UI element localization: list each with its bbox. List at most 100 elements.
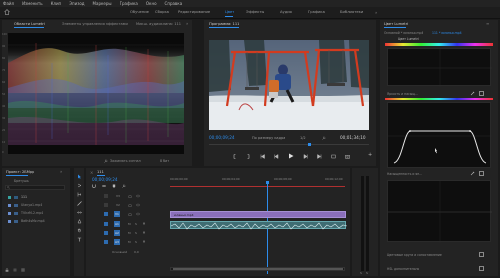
eye-icon[interactable]: [136, 194, 140, 198]
panel-menu-icon[interactable]: »: [60, 169, 62, 174]
playback-resolution-dropdown[interactable]: 1/2: [300, 136, 306, 140]
go-to-in-icon[interactable]: [260, 153, 265, 159]
timeline-ruler[interactable]: 00;00;00;00 00;00;04;00 00;00;08;00 00;0…: [170, 177, 345, 189]
pen-tool-icon[interactable]: [77, 219, 82, 224]
menu-sequence[interactable]: Эпизод: [69, 1, 84, 6]
audio-clip[interactable]: [170, 221, 348, 230]
microphone-icon[interactable]: [142, 240, 146, 244]
go-to-out-icon[interactable]: [317, 153, 322, 159]
ripple-edit-tool-icon[interactable]: [77, 192, 82, 197]
mute-button[interactable]: M: [128, 240, 131, 244]
program-monitor-title[interactable]: Программа: 111: [209, 22, 239, 26]
overflow-chevron-icon[interactable]: »: [375, 10, 377, 15]
menu-help[interactable]: Справка: [165, 1, 183, 6]
section-hsl-secondary[interactable]: HSL дополнительно: [387, 267, 419, 271]
enable-checkbox[interactable]: [479, 266, 484, 271]
timeline-timecode[interactable]: 00;00;09;24: [92, 177, 118, 182]
menu-graphics[interactable]: Графика: [120, 1, 138, 6]
lock-icon[interactable]: [5, 268, 9, 272]
step-forward-icon[interactable]: [303, 153, 308, 159]
menu-edit[interactable]: Изменить: [22, 1, 43, 6]
project-search-input[interactable]: [5, 185, 65, 190]
workspace-tab-audio[interactable]: Аудио: [280, 10, 292, 14]
workspace-tab-assembly[interactable]: Сборка: [155, 10, 169, 14]
menu-window[interactable]: Окно: [146, 1, 157, 6]
list-item[interactable]: Ulanya1.mp4: [5, 203, 65, 209]
track-header-a2[interactable]: A2 M S: [104, 230, 170, 237]
track-header-v2[interactable]: V2: [104, 202, 170, 209]
project-panel-title[interactable]: Проект: 2БMpp: [6, 170, 34, 174]
fit-zoom-dropdown[interactable]: По размеру кадра: [252, 136, 285, 140]
mute-button[interactable]: M: [128, 231, 131, 235]
solo-button[interactable]: S: [360, 271, 362, 275]
eye-icon[interactable]: [136, 203, 140, 207]
workspace-tab-editing[interactable]: Редактирование: [178, 10, 210, 14]
hue-curve-graph[interactable]: [387, 48, 492, 87]
reset-checkbox[interactable]: [479, 171, 484, 176]
wrench-icon[interactable]: [104, 159, 108, 163]
clamp-signal-label[interactable]: Зажимать сигнал: [110, 159, 141, 163]
track-header-v3[interactable]: V3: [104, 193, 170, 200]
tab-effect-controls[interactable]: Элементы управления эффектами: [62, 22, 128, 26]
icon-view-icon[interactable]: [21, 268, 25, 272]
workspace-tab-effects[interactable]: Эффекты: [246, 10, 264, 14]
tab-audio-clip-mixer[interactable]: Микш. аудиоклипа: 111: [136, 22, 181, 26]
lumetri-source-label[interactable]: Основной * юланья.mp4: [384, 31, 423, 35]
section-color-wheels[interactable]: Цветовые круги и сопоставление: [387, 253, 442, 257]
track-select-tool-icon[interactable]: [77, 183, 82, 188]
list-view-icon[interactable]: [13, 268, 17, 272]
list-item[interactable]: Bath4sMz.mp4: [5, 219, 65, 225]
track-header-a1[interactable]: A1 M S: [104, 221, 170, 228]
lock-icon[interactable]: [128, 203, 132, 207]
menu-markers[interactable]: Маркеры: [93, 1, 112, 6]
lock-icon[interactable]: [128, 194, 132, 198]
lumetri-panel-title[interactable]: Цвет Lumetri: [384, 22, 408, 26]
reset-checkbox[interactable]: [479, 91, 484, 96]
enable-checkbox[interactable]: [479, 252, 484, 257]
eye-icon[interactable]: [136, 212, 140, 216]
section-hue-saturation[interactable]: Яркость и насыщ...: [387, 92, 418, 96]
microphone-icon[interactable]: [142, 222, 146, 226]
scope-setting-8bit[interactable]: 8 бит: [160, 159, 169, 163]
program-current-timecode[interactable]: 00;00;09;24: [209, 135, 235, 140]
lift-icon[interactable]: [331, 154, 336, 159]
hue-vs-sat-curve-graph[interactable]: [387, 102, 492, 168]
luma-vs-sat-curve-graph[interactable]: [387, 180, 492, 243]
workspace-tab-learning[interactable]: Обучение: [130, 10, 149, 14]
list-item[interactable]: TVIrzM-2.mp4: [5, 211, 65, 217]
snap-icon[interactable]: [92, 184, 96, 188]
home-icon[interactable]: [4, 9, 10, 15]
tab-lumetri-scopes[interactable]: Области Lumetri: [14, 22, 45, 26]
razor-tool-icon[interactable]: [76, 201, 82, 206]
linked-selection-icon[interactable]: [102, 184, 106, 188]
timeline-tab[interactable]: 111: [97, 170, 104, 174]
playhead-marker[interactable]: [308, 143, 311, 146]
hue-spectrum-bar[interactable]: [385, 43, 493, 46]
add-button-icon[interactable]: +: [368, 152, 372, 158]
type-tool-icon[interactable]: [77, 237, 82, 242]
play-icon[interactable]: [288, 153, 294, 159]
track-header-a3[interactable]: A3 M S: [104, 239, 170, 246]
timeline-horizontal-scrollbar[interactable]: [170, 267, 345, 271]
menu-clip[interactable]: Клип: [51, 1, 62, 6]
microphone-icon[interactable]: [142, 231, 146, 235]
solo-button[interactable]: S: [366, 271, 368, 275]
slip-tool-icon[interactable]: [76, 210, 82, 215]
section-lum-saturation[interactable]: Насыщенность и ян...: [387, 172, 422, 176]
workspace-tab-graphics[interactable]: Графика: [308, 10, 325, 14]
track-header-v1[interactable]: V1: [104, 211, 170, 218]
step-back-icon[interactable]: [274, 153, 279, 159]
program-scrubber[interactable]: [209, 143, 369, 146]
mark-out-icon[interactable]: [246, 153, 251, 159]
workspace-tab-color[interactable]: Цвет: [225, 10, 234, 14]
close-tab-icon[interactable]: ×: [90, 170, 93, 175]
panel-menu-icon[interactable]: ≡: [486, 21, 489, 26]
mark-in-icon[interactable]: [232, 153, 237, 159]
list-item[interactable]: 111: [5, 195, 65, 201]
video-clip[interactable]: юланья.mp4: [170, 211, 346, 218]
panel-menu-icon[interactable]: »: [186, 21, 188, 26]
workspace-tab-libraries[interactable]: Библиотеки: [340, 10, 363, 14]
eyedropper-icon[interactable]: [470, 91, 475, 96]
camera-icon[interactable]: [345, 154, 350, 159]
mute-button[interactable]: M: [128, 222, 131, 226]
